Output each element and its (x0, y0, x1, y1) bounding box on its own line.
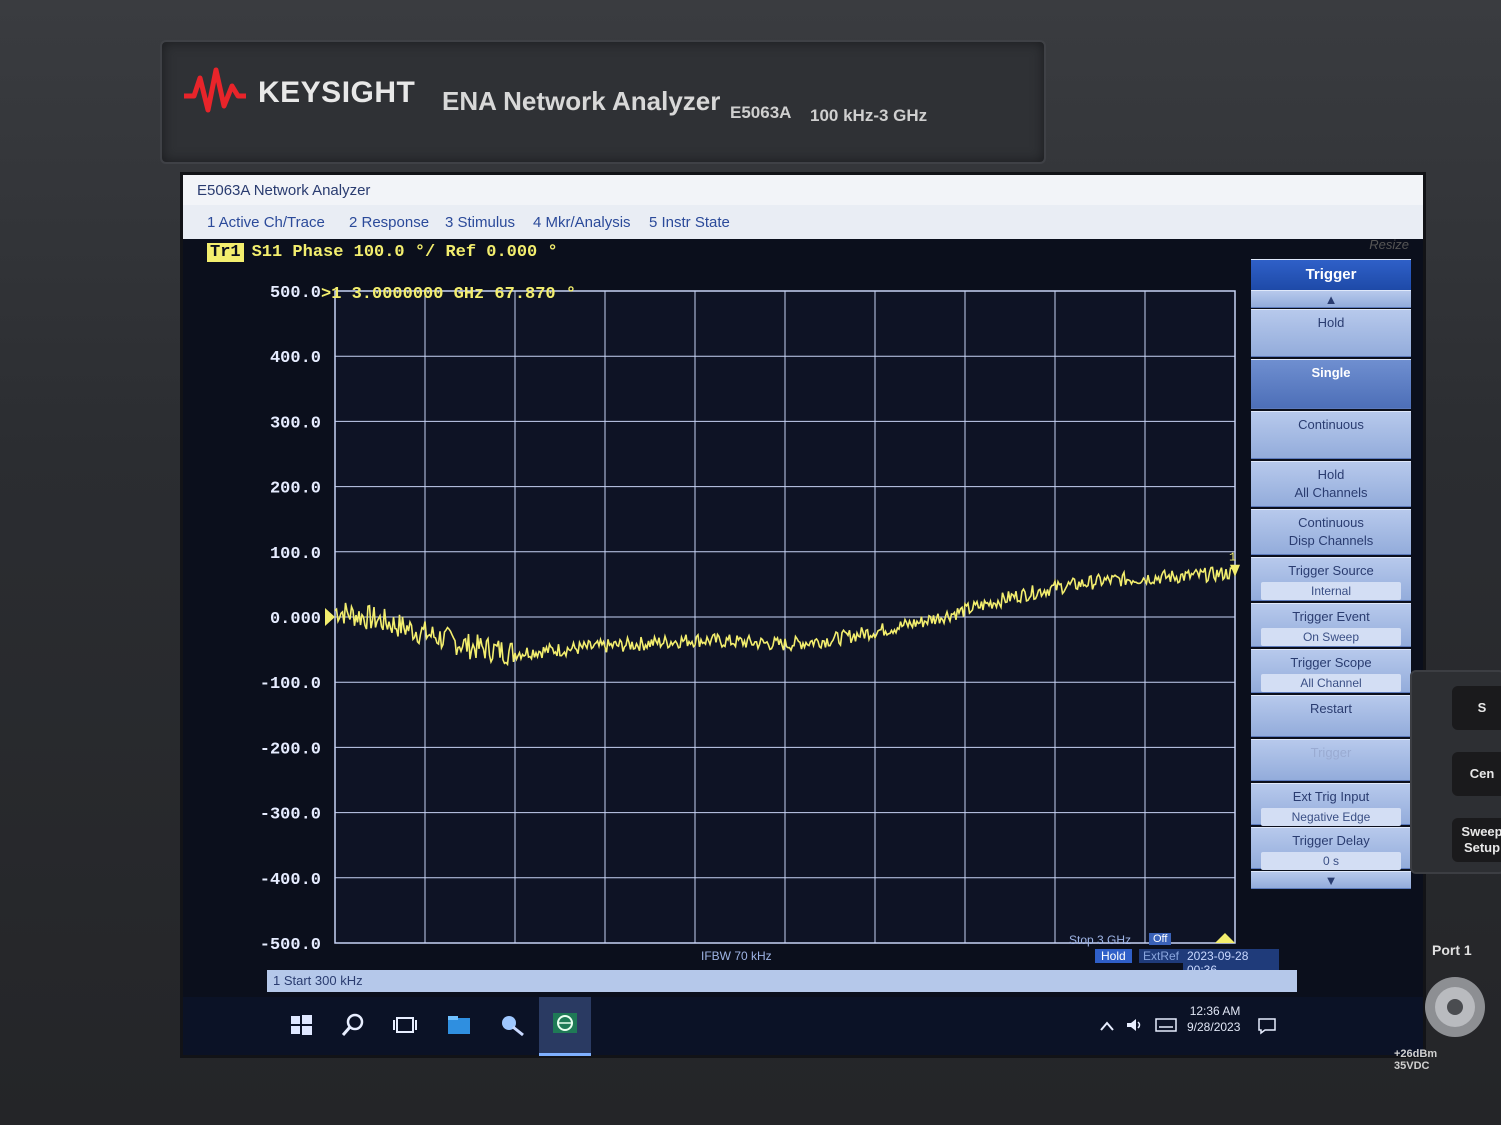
softkey-value: 0 s (1261, 852, 1401, 870)
menu-item-active-ch-trace[interactable]: 1 Active Ch/Trace (207, 214, 325, 231)
front-key-sweep-setup[interactable]: Sweep Setup (1452, 818, 1501, 862)
softkey-label: Trigger Event (1292, 609, 1370, 624)
marker-readout: >1 3.0000000 GHz 67.870 ° (321, 285, 577, 304)
softkey-hold[interactable]: Hold (1251, 309, 1411, 357)
port-warning-label: +26dBm 35VDC (1394, 1048, 1438, 1072)
extref-status: ExtRef (1139, 949, 1184, 963)
y-tick-label: -200.0 (260, 740, 321, 759)
stop-off-badge: Off (1149, 933, 1172, 945)
softkey-value: On Sweep (1261, 628, 1401, 646)
softkey-trigger-delay[interactable]: Trigger Delay 0 s (1251, 827, 1411, 870)
menu-item-instr-state[interactable]: 5 Instr State (649, 214, 730, 231)
clock-time: 12:36 AM (1189, 1004, 1241, 1018)
menu-item-mkr-analysis[interactable]: 4 Mkr/Analysis (533, 214, 631, 231)
softkey-continuous-disp-channels[interactable]: Continuous Disp Channels (1251, 509, 1411, 555)
y-tick-label: -400.0 (260, 871, 321, 890)
softkey-label: Trigger Delay (1292, 833, 1370, 848)
softkey-scroll-up-icon[interactable]: ▲ (1251, 290, 1411, 308)
softkey-hold-all-channels[interactable]: Hold All Channels (1251, 461, 1411, 507)
y-tick-label: -100.0 (260, 675, 321, 694)
start-frequency[interactable]: 1 Start 300 kHz (273, 973, 363, 988)
taskbar-clock[interactable]: 12:36 AM 9/28/2023 (1187, 1003, 1240, 1035)
menu-bar: 1 Active Ch/Trace 2 Response 3 Stimulus … (183, 205, 1423, 239)
model-number: E5063A (730, 103, 792, 122)
menu-item-response[interactable]: 2 Response (349, 214, 429, 231)
task-view-icon[interactable] (391, 1011, 419, 1039)
front-key-s[interactable]: S (1452, 686, 1501, 730)
front-panel-keys: S Cen Sweep Setup (1410, 670, 1501, 874)
menu-item-stimulus[interactable]: 3 Stimulus (445, 214, 515, 231)
trace-plot[interactable]: 500.0 400.0 300.0 200.0 100.0 0.000 -100.0 -200… (205, 263, 1255, 963)
softkey-label: Continuous Disp Channels (1288, 515, 1374, 548)
trace-tag[interactable]: Tr1 (207, 243, 244, 262)
resize-button[interactable]: Resize (1369, 237, 1409, 252)
keysight-logo-icon (184, 67, 246, 113)
frequency-range: 100 kHz-3 GHz (810, 106, 928, 125)
softkey-label: Single (1311, 365, 1351, 380)
volume-icon[interactable] (1125, 1017, 1143, 1033)
reference-marker-icon (325, 608, 335, 626)
softkey-continuous[interactable]: Continuous (1251, 411, 1411, 459)
softkey-label: Restart (1310, 701, 1352, 716)
softkey-value: All Channel (1261, 674, 1401, 692)
window-titlebar: E5063A Network Analyzer (183, 175, 1423, 205)
softkey-label: Trigger Scope (1290, 655, 1372, 670)
softkey-panel: Trigger ▲ Hold Single Continuous Hold All C… (1251, 259, 1417, 959)
status-bar: IFBW 70 kHz Stop 3 GHz Off Hold ExtRef 2… (269, 933, 1279, 977)
softkey-ext-trig-input[interactable]: Ext Trig Input Negative Edge (1251, 783, 1411, 826)
port-connector-icon[interactable] (1410, 972, 1501, 1042)
softkey-trigger-event[interactable]: Trigger Event On Sweep (1251, 603, 1411, 647)
softkey-value: Negative Edge (1261, 808, 1401, 826)
hold-status: Hold (1095, 949, 1132, 963)
marker-1-label: 1 (1229, 551, 1236, 565)
y-tick-label: 0.000 (270, 610, 321, 629)
y-tick-label: 300.0 (270, 414, 321, 433)
softkey-label: Hold All Channels (1294, 467, 1368, 500)
softkey-title: Trigger (1251, 259, 1411, 291)
softkey-label: Trigger (1310, 745, 1352, 760)
file-explorer-icon[interactable] (445, 1011, 473, 1039)
softkey-value: Internal (1261, 582, 1401, 600)
softkey-restart[interactable]: Restart (1251, 695, 1411, 737)
softkey-single[interactable]: Single (1251, 359, 1411, 409)
y-tick-label: 200.0 (270, 480, 321, 499)
model-name: ENA Network Analyzer (442, 86, 721, 116)
clock-date: 9/28/2023 (1187, 1020, 1241, 1034)
trace-format: S11 Phase 100.0 °/ Ref 0.000 ° (251, 243, 558, 262)
search-icon[interactable] (339, 1011, 367, 1039)
softkey-label: Ext Trig Input (1292, 789, 1370, 804)
softkey-trigger-scope[interactable]: Trigger Scope All Channel (1251, 649, 1411, 693)
windows-start-icon[interactable] (287, 1011, 315, 1039)
network-analyzer-app-icon (553, 1013, 577, 1033)
y-tick-label: 500.0 (270, 284, 321, 303)
softkey-label: Continuous (1298, 417, 1364, 432)
y-tick-label: 100.0 (270, 545, 321, 564)
softkey-trigger-source[interactable]: Trigger Source Internal (1251, 557, 1411, 601)
softkey-label: Hold (1317, 315, 1345, 330)
network-app-icon[interactable] (499, 1011, 527, 1039)
softkey-trigger[interactable]: Trigger (1251, 739, 1411, 781)
softkey-label: Trigger Source (1288, 563, 1374, 578)
y-tick-label: -300.0 (260, 806, 321, 825)
windows-taskbar: 12:36 AM 9/28/2023 (183, 997, 1423, 1056)
trace-header[interactable]: Tr1 S11 Phase 100.0 °/ Ref 0.000 ° (207, 243, 558, 262)
front-key-center[interactable]: Cen (1452, 752, 1501, 796)
display-screen: E5063A Network Analyzer 1 Active Ch/Trac… (180, 172, 1426, 1058)
active-app-tile[interactable] (539, 997, 591, 1056)
keyboard-icon[interactable] (1155, 1017, 1177, 1033)
y-tick-label: 400.0 (270, 349, 321, 368)
ifbw-status: IFBW 70 kHz (701, 949, 772, 963)
channel-bar: 1 Start 300 kHz (267, 970, 1297, 992)
port-label: Port 1 (1432, 942, 1472, 958)
stop-frequency[interactable]: Stop 3 GHz (1069, 933, 1131, 947)
window-title: E5063A Network Analyzer (197, 182, 371, 199)
brand-name: KEYSIGHT (258, 76, 416, 109)
tray-chevron-up-icon[interactable] (1099, 1019, 1115, 1033)
softkey-scroll-down-icon[interactable]: ▼ (1251, 871, 1411, 889)
notifications-icon[interactable] (1257, 1017, 1277, 1035)
